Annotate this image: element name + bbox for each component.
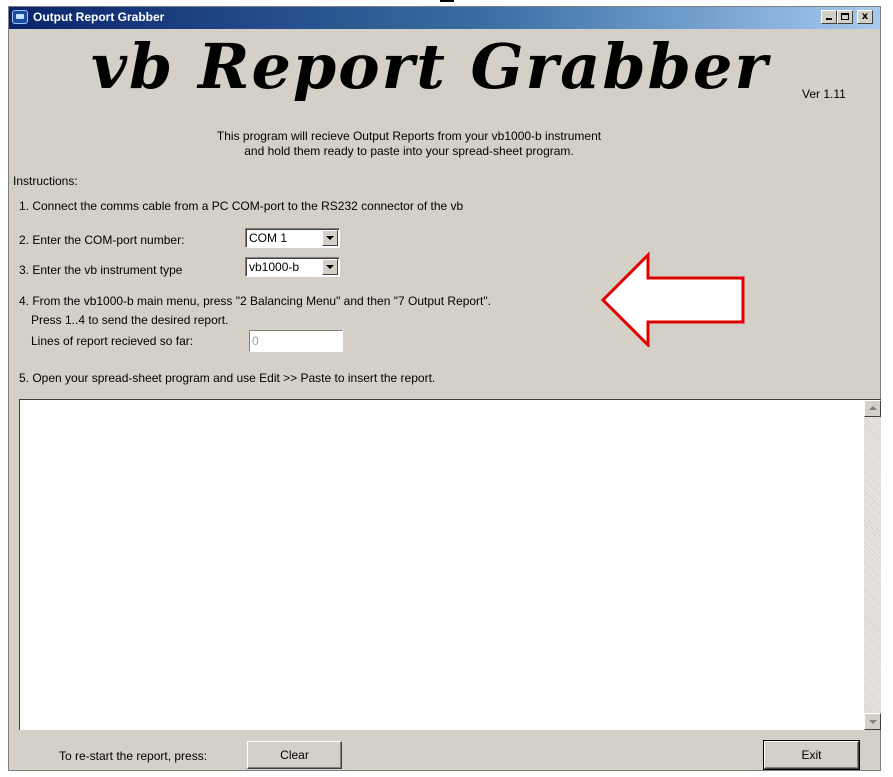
exit-button[interactable]: Exit (763, 740, 860, 770)
app-logo: vb Report Grabber (91, 30, 770, 103)
intro-line-1: This program will recieve Output Reports… (216, 129, 602, 143)
step-3-text: 3. Enter the vb instrument type (19, 263, 183, 277)
step-4-text: 4. From the vb1000-b main menu, press "2… (19, 294, 491, 308)
dropdown-arrow-icon[interactable] (322, 230, 338, 246)
close-icon: x (861, 11, 869, 22)
instrument-type-select[interactable]: vb1000-b (245, 257, 340, 277)
step-5-text: 5. Open your spread-sheet program and us… (19, 371, 436, 385)
step-1-text: 1. Connect the comms cable from a PC COM… (19, 199, 464, 213)
instructions-heading: Instructions: (13, 174, 78, 188)
scroll-up-icon[interactable] (864, 400, 881, 417)
com-port-select[interactable]: COM 1 (245, 228, 340, 248)
screen-edge-mark (440, 0, 454, 2)
intro-line-2: and hold them ready to paste into your s… (244, 144, 574, 158)
com-port-value: COM 1 (249, 231, 288, 245)
vertical-scrollbar[interactable] (864, 400, 881, 730)
app-window: Output Report Grabber x vb Report Grabbe… (8, 6, 881, 771)
lines-received-label: Lines of report recieved so far: (31, 334, 194, 348)
dropdown-arrow-icon[interactable] (322, 259, 338, 275)
restart-label: To re-start the report, press: (59, 749, 208, 763)
clear-button[interactable]: Clear (247, 741, 342, 769)
version-label: Ver 1.11 (802, 87, 846, 101)
scroll-down-icon[interactable] (864, 713, 881, 730)
maximize-button[interactable] (837, 10, 853, 24)
instrument-type-value: vb1000-b (249, 260, 300, 274)
report-text-area[interactable] (19, 399, 881, 730)
title-bar[interactable]: Output Report Grabber x (9, 7, 880, 29)
step-2-text: 2. Enter the COM-port number: (19, 233, 185, 247)
minimize-button[interactable] (821, 10, 837, 24)
step-4-subtext: Press 1..4 to send the desired report. (31, 313, 229, 327)
app-icon[interactable] (12, 10, 28, 24)
lines-received-field: 0 (249, 330, 343, 352)
close-button[interactable]: x (857, 10, 873, 24)
window-title: Output Report Grabber (33, 10, 165, 24)
red-arrow-icon (600, 251, 745, 347)
intro-text: This program will recieve Output Reports… (119, 129, 699, 159)
